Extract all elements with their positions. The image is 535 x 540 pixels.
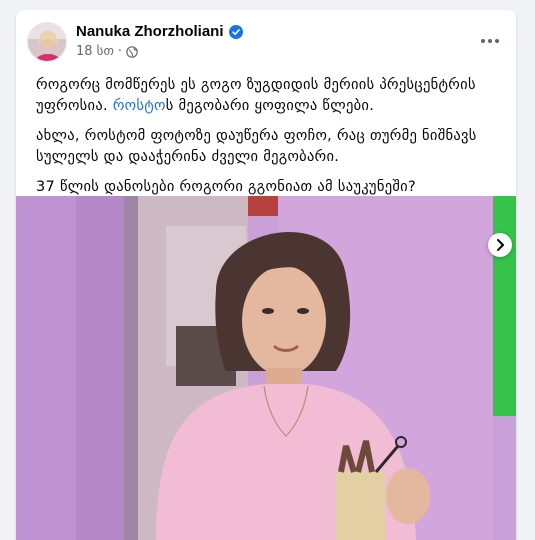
globe-icon[interactable]	[126, 45, 138, 58]
post-time[interactable]: 18 სთ	[76, 44, 114, 59]
photo-image	[16, 196, 516, 540]
paragraph-text: ს მეგობარი ყოფილა წლები.	[165, 98, 375, 114]
verified-badge-icon	[228, 24, 243, 39]
post-paragraph-1: როგორც მომწერეს ეს გოგო ზუგდიდის მერიის …	[36, 75, 496, 117]
author-name[interactable]: Nanuka Zhorzholiani	[76, 23, 224, 40]
post-text: როგორც მომწერეს ეს გოგო ზუგდიდის მერიის …	[16, 72, 516, 198]
post-card: Nanuka Zhorzholiani 18 სთ · როგორც მომწე…	[16, 10, 516, 540]
chevron-right-icon	[497, 239, 504, 251]
avatar-image	[28, 23, 66, 61]
post-paragraph-3: 37 წლის დანოსები როგორი გგონიათ ამ საუკუ…	[36, 179, 416, 195]
next-photo-button[interactable]	[488, 233, 512, 257]
author-name-row: Nanuka Zhorzholiani	[76, 23, 243, 40]
mention-link[interactable]: როსტო	[113, 98, 166, 114]
post-paragraph-2: ახლა, როსტომ ფოტოზე დაუწერა ფოჩო, რაც თუ…	[36, 128, 477, 165]
meta-separator: ·	[117, 44, 123, 59]
post-header: Nanuka Zhorzholiani 18 სთ ·	[16, 10, 516, 72]
post-photo[interactable]	[16, 196, 516, 540]
author-avatar[interactable]	[27, 22, 67, 62]
more-options-button[interactable]	[476, 29, 504, 53]
more-horizontal-icon	[481, 39, 485, 43]
post-meta: 18 სთ ·	[76, 44, 138, 59]
